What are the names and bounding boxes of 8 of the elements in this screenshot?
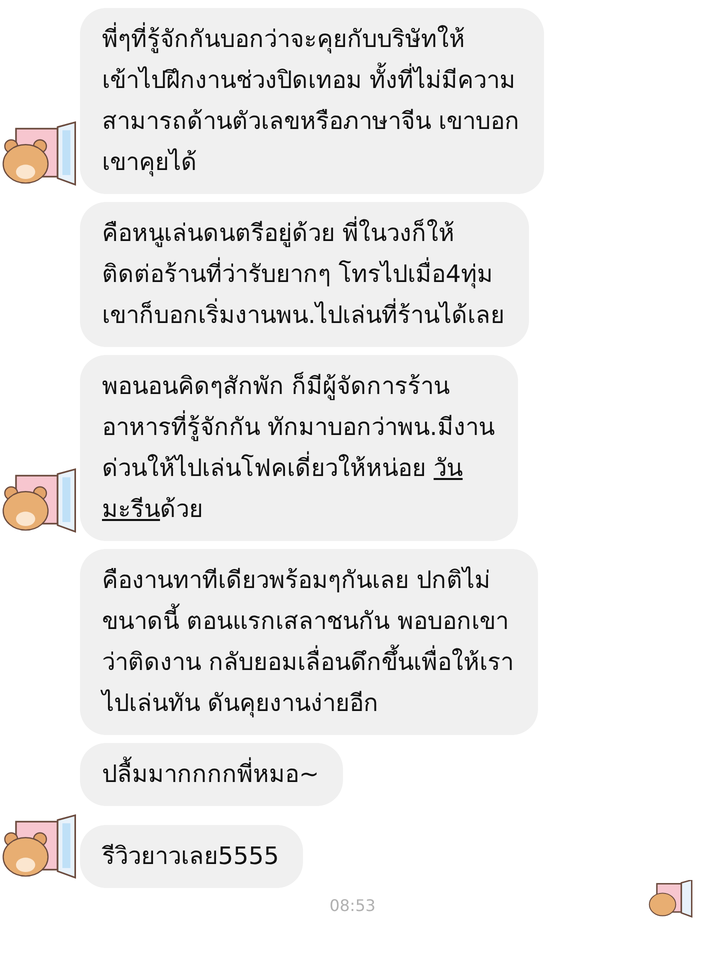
message-bubble: รีวิวยาวเลย5555 <box>80 824 304 888</box>
message-bubble: คืองานทาทีเดียวพร้อมๆกันเลย ปกติไม่ ขนาดนี้ ตอนแรกเสลาชนกัน พอบอกเขา ว่าติดงาน กลับยอมเลื่อนดึกขึ้นเพื่อให้เรา ไปเล่นทัน ดันคุยงานง่ายอีก <box>80 549 538 735</box>
message-bubble: คือหนูเล่นดนตรีอยู่ด้วย พี่ในวงก็ให้ ติดต่อร้านที่ว่ารับยากๆ โทรไปเมื่อ4ทุ่ม เขาก็บอกเริ่มงานพน.ไปเล่นที่ร้านได้เลย <box>80 202 529 347</box>
message-bubble: ปลื้มมากกกกพี่หมอ~ <box>80 743 344 806</box>
message-bubble: พี่ๆที่รู้จักกันบอกว่าจะคุยกับบริษัทให้ เข้าไปฝึกงานช่วงปิดเทอม ทั้งที่ไม่มีความ สามารถด้านตัวเลขหรือภาษาจีน เขาบอก เขาคุยได้ <box>80 8 544 194</box>
seen-avatar-icon <box>647 880 695 920</box>
message-bubble: พอนอนคิดๆสักพัก ก็มีผู้จัดการร้าน อาหารที่รู้จักกัน ทักมาบอกว่าพน.มีงาน ด่วนให้ไปเล่นโฟคเดี่ยวให้หน่อย วัน มะรีนด้วย <box>80 355 518 541</box>
timestamp: 08:53 <box>329 896 376 914</box>
